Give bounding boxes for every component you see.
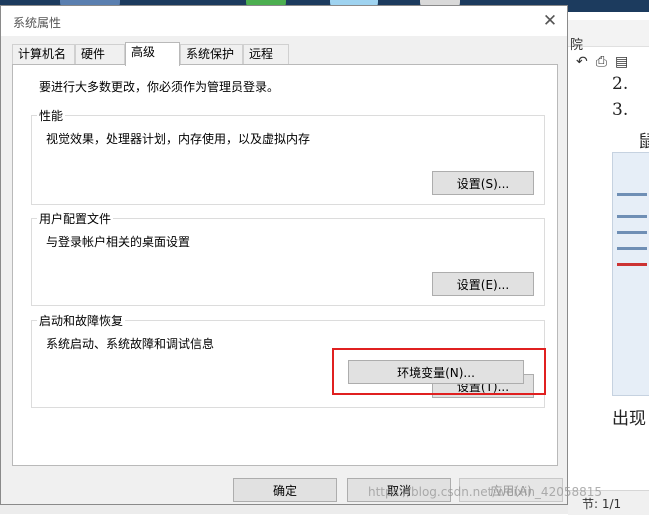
undo-icon: ↶ xyxy=(576,54,596,70)
close-button[interactable]: ✕ xyxy=(539,10,561,32)
startup-recovery-group-title: 启动和故障恢复 xyxy=(37,312,126,329)
list-number: 3. xyxy=(612,100,629,120)
document-text-fragment: 出现 xyxy=(612,409,646,429)
user-profiles-group-title: 用户配置文件 xyxy=(37,210,114,227)
environment-variables-button[interactable]: 环境变量(N)... xyxy=(348,360,524,384)
dialog-titlebar: 系统属性 ✕ xyxy=(1,6,567,36)
document-text-fragment: 鼠 xyxy=(638,132,649,152)
performance-group: 性能 视觉效果，处理器计划，内存使用，以及虚拟内存 设置(S)... xyxy=(31,107,545,205)
advanced-tab-panel: 要进行大多数更改，你必须作为管理员登录。 性能 视觉效果，处理器计划，内存使用，… xyxy=(12,64,558,466)
ok-button[interactable]: 确定 xyxy=(233,478,337,502)
startup-recovery-description: 系统启动、系统故障和调试信息 xyxy=(46,337,215,351)
dialog-title: 系统属性 xyxy=(13,16,62,30)
performance-settings-button[interactable]: 设置(S)... xyxy=(432,171,534,195)
system-properties-dialog: 系统属性 ✕ 计算机名 硬件 高级 系统保护 远程 要进行大多数更改，你必须作为… xyxy=(0,5,568,505)
user-profiles-group: 用户配置文件 与登录帐户相关的桌面设置 设置(E)... xyxy=(31,210,545,306)
list-number: 2. xyxy=(612,74,629,94)
document-embedded-image xyxy=(612,152,649,396)
background-tab-label: 院 xyxy=(570,38,584,53)
tab-hardware[interactable]: 硬件 xyxy=(75,44,125,64)
print-icon: ⎙ xyxy=(595,54,615,70)
background-toolbar: ↶⎙▤ xyxy=(576,54,649,70)
performance-group-title: 性能 xyxy=(37,107,66,124)
tab-advanced[interactable]: 高级 xyxy=(125,42,180,66)
watermark-text: https://blog.csdn.net/weixin_42058815 xyxy=(368,485,603,499)
background-document-window: 院 ↶⎙▤ 2. 3. 鼠 出现 节: 1/1 xyxy=(568,12,649,515)
printer-icon: ▤ xyxy=(614,54,637,70)
admin-note: 要进行大多数更改，你必须作为管理员登录。 xyxy=(39,80,280,94)
tab-system-protection[interactable]: 系统保护 xyxy=(180,44,243,64)
performance-description: 视觉效果，处理器计划，内存使用，以及虚拟内存 xyxy=(46,132,311,146)
close-icon: ✕ xyxy=(542,11,558,31)
background-tab-bar: 院 xyxy=(568,20,649,53)
user-profiles-description: 与登录帐户相关的桌面设置 xyxy=(46,235,191,249)
tab-computer-name[interactable]: 计算机名 xyxy=(12,44,75,64)
user-profiles-settings-button[interactable]: 设置(E)... xyxy=(432,272,534,296)
tab-remote[interactable]: 远程 xyxy=(243,44,289,64)
